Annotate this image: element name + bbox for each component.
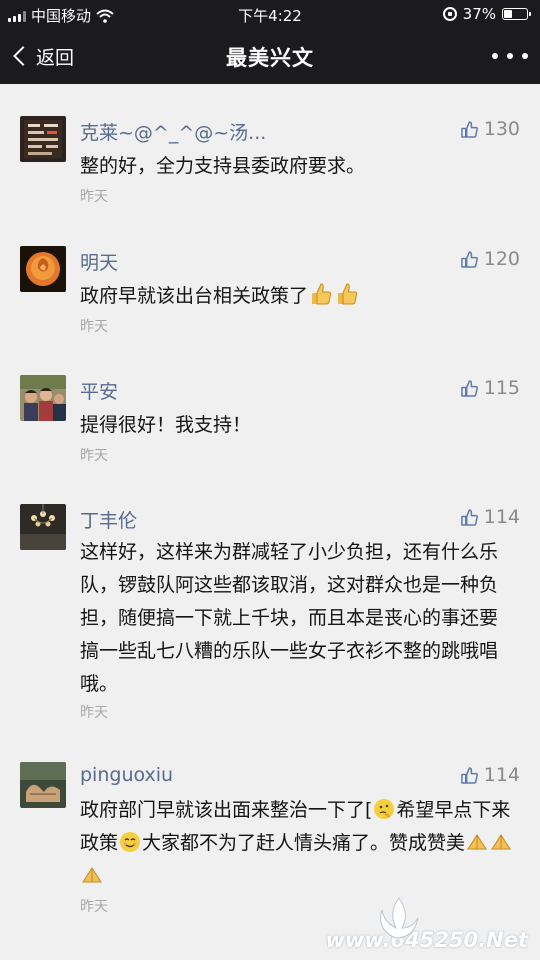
like-button[interactable]: 114 xyxy=(460,506,520,528)
watermark-logo-icon xyxy=(380,897,419,939)
comment-item: 明天 120 政府早就该出台相关政策了 昨天 xyxy=(0,246,540,346)
status-right: 37% xyxy=(442,5,531,23)
commenter-name[interactable]: 明天 xyxy=(80,248,118,275)
commenter-name[interactable]: 克莱~@^_^@~汤... xyxy=(80,118,266,145)
rotation-lock-icon xyxy=(442,7,457,21)
avatar[interactable] xyxy=(20,246,66,292)
battery-icon xyxy=(502,8,531,20)
avatar[interactable] xyxy=(20,762,66,808)
comment-time: 昨天 xyxy=(80,899,108,915)
like-button[interactable]: 130 xyxy=(460,118,520,140)
clap-emoji-icon xyxy=(82,867,102,883)
clap-emoji-icon xyxy=(467,834,487,850)
like-button[interactable]: 114 xyxy=(460,764,520,786)
comment-item: pinguoxiu 114 政府部门早就该出面来整治一下了[希望早点下来政策 大家… xyxy=(0,762,540,922)
battery-percent: 37% xyxy=(462,5,496,23)
like-count: 120 xyxy=(483,248,520,270)
comment-text-body: 政府早就该出台相关政策了 xyxy=(80,285,309,307)
comment-time: 昨天 xyxy=(80,319,108,335)
thumbs-up-emoji-icon xyxy=(338,283,358,305)
thumbs-up-icon xyxy=(460,766,478,784)
thumbs-up-icon xyxy=(460,120,478,138)
like-button[interactable]: 120 xyxy=(460,248,520,270)
thumbs-up-emoji-icon xyxy=(312,283,332,305)
thumbs-up-icon xyxy=(460,508,478,526)
like-count: 114 xyxy=(483,764,520,786)
avatar[interactable] xyxy=(20,504,66,550)
status-bar: 中国移动 下午4:22 37% xyxy=(0,0,540,28)
top-bar: 中国移动 下午4:22 37% 返回 最美兴文 xyxy=(0,0,540,84)
watermark: www.645250.Net xyxy=(308,897,528,952)
thinking-emoji-icon xyxy=(374,799,395,819)
like-button[interactable]: 115 xyxy=(460,377,520,399)
like-count: 114 xyxy=(483,506,520,528)
thumbs-up-icon xyxy=(460,250,478,268)
more-icon xyxy=(492,53,498,59)
nav-bar: 返回 最美兴文 xyxy=(0,28,540,84)
comment-time: 昨天 xyxy=(80,705,108,721)
avatar[interactable] xyxy=(20,375,66,421)
clap-emoji-icon xyxy=(491,834,511,850)
commenter-name[interactable]: 丁丰伦 xyxy=(80,506,137,533)
thumbs-up-icon xyxy=(460,379,478,397)
comment-item: 克莱~@^_^@~汤... 130 整的好，全力支持县委政府要求。 昨天 xyxy=(0,116,540,216)
comment-text: 整的好，全力支持县委政府要求。 xyxy=(80,155,366,177)
comment-time: 昨天 xyxy=(80,189,108,205)
comment-text: 提得很好！我支持！ xyxy=(80,414,252,436)
comment-item: 平安 115 提得很好！我支持！ 昨天 xyxy=(0,375,540,475)
commenter-name[interactable]: 平安 xyxy=(80,377,118,404)
like-count: 115 xyxy=(483,377,520,399)
comment-text-part: 大家都不为了赶人情头痛了。赞成赞美 xyxy=(142,832,466,854)
comment-text: 这样好，这样来为群减轻了小少负担，还有什么乐队，锣鼓队阿这些都该取消，这对群众也… xyxy=(80,541,499,695)
comment-text: 政府部门早就该出面来整治一下了[希望早点下来政策 大家都不为了赶人情头痛了。赞成赞… xyxy=(80,794,516,893)
comment-text-part: 政府部门早就该出面来整治一下了[ xyxy=(80,799,373,821)
more-options-button[interactable] xyxy=(492,44,528,68)
commenter-name[interactable]: pinguoxiu xyxy=(80,764,173,786)
smile-emoji-icon xyxy=(120,832,141,852)
comment-time: 昨天 xyxy=(80,448,108,464)
page-title: 最美兴文 xyxy=(226,46,314,70)
watermark-text: www.645250.Net xyxy=(325,928,528,952)
like-count: 130 xyxy=(483,118,520,140)
comment-item: 丁丰伦 114 这样好，这样来为群减轻了小少负担，还有什么乐队，锣鼓队阿这些都该… xyxy=(0,504,540,724)
avatar[interactable] xyxy=(20,116,66,162)
comment-text: 政府早就该出台相关政策了 xyxy=(80,280,516,313)
